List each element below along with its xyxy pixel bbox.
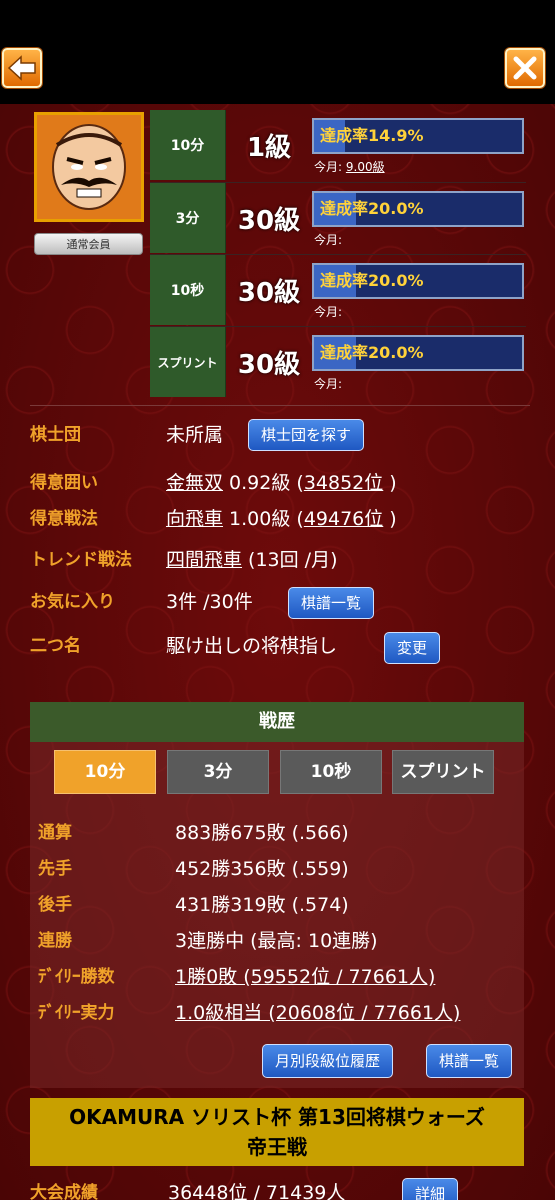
month-rank: 今月: bbox=[314, 231, 342, 248]
rank-value: 30級 bbox=[237, 277, 301, 308]
tournament-detail-button[interactable]: 詳細 bbox=[402, 1178, 459, 1200]
castle-value: 金無双 0.92級 (34852位 ) bbox=[166, 472, 397, 494]
avatar bbox=[34, 112, 144, 222]
month-rank: 今月: 9.00級 bbox=[314, 158, 385, 175]
rank-row-3min: 3分 30級 達成率20.0% 今月: bbox=[150, 183, 526, 253]
stat-label: ﾃﾞｲﾘｰ勝数 bbox=[38, 967, 115, 987]
rank-mode-label: 10秒 bbox=[150, 255, 226, 325]
achievement-bar: 達成率14.9% bbox=[312, 118, 524, 154]
favorites-kifu-button[interactable]: 棋譜一覧 bbox=[288, 587, 375, 619]
month-rank: 今月: bbox=[314, 375, 342, 392]
tab-sprint[interactable]: スプリント bbox=[392, 750, 494, 794]
stat-value: 3連勝中 (最高: 10連勝) bbox=[175, 930, 378, 952]
monthly-rank-history-button[interactable]: 月別段級位履歴 bbox=[262, 1044, 394, 1078]
strategy-label: 得意戦法 bbox=[30, 509, 98, 529]
change-nickname-button[interactable]: 変更 bbox=[384, 632, 441, 664]
month-value[interactable]: 9.00級 bbox=[346, 160, 385, 174]
month-label: 今月: bbox=[314, 305, 343, 319]
rank-mode-label: 10分 bbox=[150, 110, 226, 180]
stat-value: 452勝356敗 (.559) bbox=[175, 858, 349, 880]
rank-value: 30級 bbox=[237, 349, 301, 380]
stat-row: 先手 452勝356敗 (.559) bbox=[38, 852, 524, 886]
divider bbox=[30, 405, 530, 406]
tournament-title: OKAMURA ソリスト杯 第13回将棋ウォーズ bbox=[69, 1105, 485, 1129]
achievement-bar: 達成率20.0% bbox=[312, 263, 524, 299]
tournament-subtitle: 帝王戦 bbox=[247, 1135, 307, 1159]
strategy-pos-link[interactable]: 49476位 bbox=[304, 508, 383, 530]
month-label: 今月: bbox=[314, 233, 343, 247]
stat-value: 431勝319敗 (.574) bbox=[175, 894, 349, 916]
trend-row: トレンド戦法 四間飛車 (13回 /月) bbox=[30, 543, 530, 577]
tab-3min[interactable]: 3分 bbox=[167, 750, 269, 794]
rank-mode-label: スプリント bbox=[150, 327, 226, 397]
tournament-result-label: 大会成績 bbox=[30, 1183, 98, 1200]
achievement-rate: 達成率14.9% bbox=[320, 126, 424, 145]
stat-label: 連勝 bbox=[38, 931, 72, 951]
close-button[interactable] bbox=[505, 48, 545, 88]
castle-label: 得意囲い bbox=[30, 473, 98, 493]
castle-pos-link[interactable]: 34852位 bbox=[304, 472, 383, 494]
rank-row-10min: 10分 1級 達成率14.9% 今月: 9.00級 bbox=[150, 110, 526, 180]
stat-value: 883勝675敗 (.566) bbox=[175, 822, 349, 844]
stat-label: 通算 bbox=[38, 823, 72, 843]
favorites-label: お気に入り bbox=[30, 592, 115, 612]
daily-wins-link[interactable]: 1勝0敗 (59552位 / 77661人) bbox=[175, 960, 435, 994]
stat-label: 先手 bbox=[38, 859, 72, 879]
strategy-value: 向飛車 1.00級 (49476位 ) bbox=[166, 508, 397, 530]
stat-row: ﾃﾞｲﾘｰ実力 1.0級相当 (20608位 / 77661人) bbox=[38, 996, 524, 1030]
rank-row-sprint: スプリント 30級 達成率20.0% 今月: bbox=[150, 327, 526, 397]
panel-title: 戦歴 bbox=[30, 702, 524, 742]
achievement-rate: 達成率20.0% bbox=[320, 343, 424, 362]
battle-record-panel: 戦歴 10分 3分 10秒 スプリント 通算 883勝675敗 (.566) 先… bbox=[30, 702, 524, 1088]
tournament-result-value: 36448位 / 71439人 bbox=[168, 1182, 346, 1200]
castle-row: 得意囲い 金無双 0.92級 (34852位 ) bbox=[30, 466, 530, 500]
trend-name-link[interactable]: 四間飛車 bbox=[166, 549, 242, 571]
favorites-row: お気に入り 3件 /30件 棋譜一覧 bbox=[30, 585, 530, 619]
rank-row-10sec: 10秒 30級 達成率20.0% 今月: bbox=[150, 255, 526, 325]
rank-value: 1級 bbox=[246, 132, 292, 163]
stat-label: 後手 bbox=[38, 895, 72, 915]
club-label: 棋士団 bbox=[30, 425, 81, 445]
find-club-button[interactable]: 棋士団を探す bbox=[248, 419, 365, 451]
achievement-rate: 達成率20.0% bbox=[320, 271, 424, 290]
nickname-label: 二つ名 bbox=[30, 636, 81, 656]
achievement-bar: 達成率20.0% bbox=[312, 335, 524, 371]
stat-row: ﾃﾞｲﾘｰ勝数 1勝0敗 (59552位 / 77661人) bbox=[38, 960, 524, 994]
month-label: 今月: bbox=[314, 377, 343, 391]
tab-10min[interactable]: 10分 bbox=[54, 750, 156, 794]
achievement-bar: 達成率20.0% bbox=[312, 191, 524, 227]
trend-value: 四間飛車 (13回 /月) bbox=[166, 549, 338, 571]
tab-10sec[interactable]: 10秒 bbox=[280, 750, 382, 794]
strategy-row: 得意戦法 向飛車 1.00級 (49476位 ) bbox=[30, 502, 530, 536]
month-label: 今月: bbox=[314, 160, 343, 174]
daily-strength-link[interactable]: 1.0級相当 (20608位 / 77661人) bbox=[175, 996, 460, 1030]
tournament-result-row: 大会成績 36448位 / 71439人 詳細 bbox=[30, 1176, 530, 1200]
stat-row: 通算 883勝675敗 (.566) bbox=[38, 816, 524, 850]
nickname-value: 駆け出しの将棋指し bbox=[166, 635, 338, 657]
club-value: 未所属 bbox=[166, 424, 224, 446]
strategy-name-link[interactable]: 向飛車 bbox=[166, 508, 223, 530]
tournament-header: OKAMURA ソリスト杯 第13回将棋ウォーズ 帝王戦 bbox=[30, 1098, 524, 1166]
stat-row: 後手 431勝319敗 (.574) bbox=[38, 888, 524, 922]
trend-label: トレンド戦法 bbox=[30, 550, 132, 570]
kifu-list-button[interactable]: 棋譜一覧 bbox=[426, 1044, 513, 1078]
close-icon bbox=[513, 56, 537, 80]
club-row: 棋士団 未所属 棋士団を探す bbox=[30, 418, 530, 452]
achievement-rate: 達成率20.0% bbox=[320, 199, 424, 218]
stat-row: 連勝 3連勝中 (最高: 10連勝) bbox=[38, 924, 524, 958]
rank-card: 通常会員 10分 1級 達成率14.9% 今月: 9.00級 3分 30級 達成… bbox=[30, 110, 526, 400]
member-badge: 通常会員 bbox=[34, 233, 143, 255]
stat-label: ﾃﾞｲﾘｰ実力 bbox=[38, 1003, 115, 1023]
favorites-value: 3件 /30件 bbox=[166, 591, 253, 613]
month-rank: 今月: bbox=[314, 303, 342, 320]
rank-mode-label: 3分 bbox=[150, 183, 226, 253]
castle-name-link[interactable]: 金無双 bbox=[166, 472, 223, 494]
top-bar bbox=[0, 0, 555, 104]
rank-value: 30級 bbox=[237, 205, 301, 236]
arrow-left-icon bbox=[7, 55, 36, 81]
back-button[interactable] bbox=[2, 48, 42, 88]
nickname-row: 二つ名 駆け出しの将棋指し 変更 bbox=[30, 629, 530, 664]
